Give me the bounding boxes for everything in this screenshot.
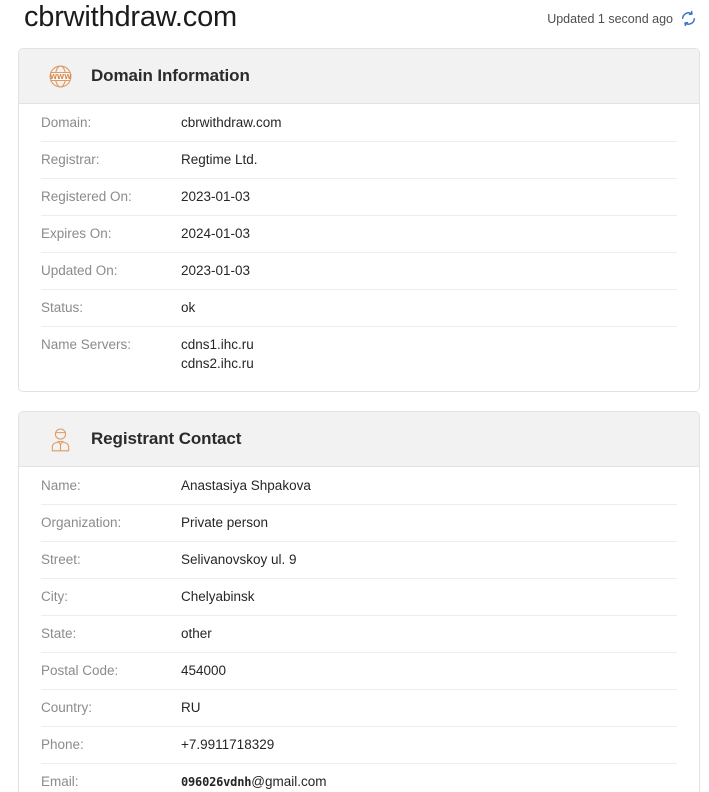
row-value: cbrwithdraw.com	[181, 115, 282, 130]
row-value: 2023-01-03	[181, 189, 251, 204]
row-value: cdns1.ihc.ru cdns2.ihc.ru	[181, 326, 254, 372]
row-label: Street:	[41, 552, 81, 567]
updated-status: Updated 1 second ago	[547, 0, 697, 27]
row-label: Expires On:	[41, 226, 112, 241]
row-label: Postal Code:	[41, 663, 119, 678]
table-row: Registered On: 2023-01-03	[19, 178, 699, 215]
table-row: State: other	[19, 615, 699, 652]
row-value: 2023-01-03	[181, 263, 251, 278]
row-label: Updated On:	[41, 263, 118, 278]
row-value: 454000	[181, 663, 227, 678]
www-globe-icon: WWW	[46, 62, 75, 91]
table-row: City: Chelyabinsk	[19, 578, 699, 615]
row-value: Private person	[181, 515, 269, 530]
row-value: Regtime Ltd.	[181, 152, 258, 167]
row-label: Registrar:	[41, 152, 100, 167]
row-label: Country:	[41, 700, 93, 715]
table-row: Phone: +7.9911718329	[19, 726, 699, 763]
panel-body-domain-information: Domain: cbrwithdraw.com Registrar: Regti…	[19, 104, 699, 391]
table-row: Postal Code: 454000	[19, 652, 699, 689]
panel-domain-information: WWW Domain Information Domain: cbrwithdr…	[18, 48, 700, 392]
panel-body-registrant-contact: Name: Anastasiya Shpakova Organization: …	[19, 467, 699, 792]
name-server-1: cdns1.ihc.ru	[181, 337, 254, 352]
table-row: Email: 096026vdnh@gmail.com	[19, 763, 699, 792]
row-value: Selivanovskoy ul. 9	[181, 552, 297, 567]
page-title: cbrwithdraw.com	[24, 1, 237, 33]
table-row: Street: Selivanovskoy ul. 9	[19, 541, 699, 578]
row-label: Registered On:	[41, 189, 132, 204]
email-domain-part: @gmail.com	[251, 774, 327, 789]
name-server-2: cdns2.ihc.ru	[181, 356, 254, 371]
table-row: Name Servers: cdns1.ihc.ru cdns2.ihc.ru	[19, 326, 699, 384]
email-local-part: 096026vdnh	[181, 775, 252, 789]
status-value: ok	[181, 300, 196, 315]
person-icon	[46, 425, 75, 454]
table-row: Status: ok	[19, 289, 699, 326]
row-value: RU	[181, 700, 201, 715]
panel-title: Domain Information	[91, 66, 250, 85]
table-row: Domain: cbrwithdraw.com	[19, 104, 699, 141]
row-value: other	[181, 626, 212, 641]
panel-header-registrant-contact: Registrant Contact	[19, 412, 699, 467]
row-label: Organization:	[41, 515, 122, 530]
whois-result-page: cbrwithdraw.com Updated 1 second ago WWW…	[0, 0, 709, 792]
row-value: Chelyabinsk	[181, 589, 255, 604]
row-label: Name:	[41, 478, 81, 493]
table-row: Updated On: 2023-01-03	[19, 252, 699, 289]
row-value: 2024-01-03	[181, 226, 251, 241]
email-value: 096026vdnh@gmail.com	[181, 763, 326, 791]
phone-value: +7.9911718329	[181, 737, 275, 752]
table-row: Name: Anastasiya Shpakova	[19, 467, 699, 504]
panel-registrant-contact: Registrant Contact Name: Anastasiya Shpa…	[18, 411, 700, 792]
row-label: State:	[41, 626, 77, 641]
page-header: cbrwithdraw.com Updated 1 second ago	[0, 0, 709, 40]
row-label: Name Servers:	[41, 337, 132, 352]
row-label: Domain:	[41, 115, 92, 130]
row-label: Status:	[41, 300, 84, 315]
table-row: Organization: Private person	[19, 504, 699, 541]
updated-timestamp: Updated 1 second ago	[547, 11, 673, 26]
refresh-icon[interactable]	[680, 10, 697, 27]
row-label: City:	[41, 589, 68, 604]
panel-title: Registrant Contact	[91, 429, 242, 448]
table-row: Registrar: Regtime Ltd.	[19, 141, 699, 178]
row-label: Email:	[41, 774, 79, 789]
row-value: Anastasiya Shpakova	[181, 478, 311, 493]
row-label: Phone:	[41, 737, 84, 752]
table-row: Country: RU	[19, 689, 699, 726]
svg-text:WWW: WWW	[50, 72, 72, 80]
panel-header-domain-information: WWW Domain Information	[19, 49, 699, 104]
table-row: Expires On: 2024-01-03	[19, 215, 699, 252]
